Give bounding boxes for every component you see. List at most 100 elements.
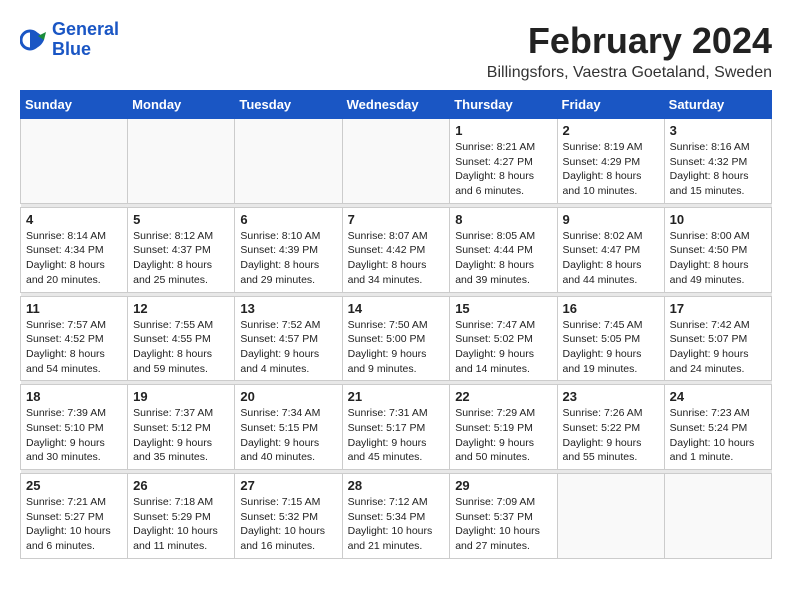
day-cell: 20 Sunrise: 7:34 AM Sunset: 5:15 PM Dayli… (235, 385, 342, 470)
day-cell: 18 Sunrise: 7:39 AM Sunset: 5:10 PM Dayli… (21, 385, 128, 470)
day-info: Sunrise: 8:02 AM Sunset: 4:47 PM Dayligh… (563, 229, 659, 288)
day-number: 29 (455, 478, 551, 493)
day-cell: 29 Sunrise: 7:09 AM Sunset: 5:37 PM Dayli… (450, 474, 557, 559)
day-cell: 1Sunrise: 8:21 AM Sunset: 4:27 PM Daylig… (450, 119, 557, 204)
day-number: 14 (348, 301, 445, 316)
logo-line2: Blue (52, 40, 119, 60)
day-cell: 19 Sunrise: 7:37 AM Sunset: 5:12 PM Dayli… (128, 385, 235, 470)
day-number: 6 (240, 212, 336, 227)
day-header-thursday: Thursday (450, 91, 557, 119)
day-info: Sunrise: 7:31 AM Sunset: 5:17 PM Dayligh… (348, 406, 445, 465)
day-number: 12 (133, 301, 229, 316)
week-row-1: 1Sunrise: 8:21 AM Sunset: 4:27 PM Daylig… (21, 119, 772, 204)
day-number: 17 (670, 301, 766, 316)
day-number: 13 (240, 301, 336, 316)
day-cell: 13 Sunrise: 7:52 AM Sunset: 4:57 PM Dayli… (235, 296, 342, 381)
day-info: Sunrise: 8:19 AM Sunset: 4:29 PM Dayligh… (563, 140, 659, 199)
day-number: 4 (26, 212, 122, 227)
week-row-2: 4 Sunrise: 8:14 AM Sunset: 4:34 PM Daylig… (21, 207, 772, 292)
day-number: 15 (455, 301, 551, 316)
day-cell: 24 Sunrise: 7:23 AM Sunset: 5:24 PM Dayli… (664, 385, 771, 470)
day-cell: 11 Sunrise: 7:57 AM Sunset: 4:52 PM Dayli… (21, 296, 128, 381)
day-number: 8 (455, 212, 551, 227)
day-info: Sunrise: 7:09 AM Sunset: 5:37 PM Dayligh… (455, 495, 551, 554)
day-cell (235, 119, 342, 204)
day-cell (128, 119, 235, 204)
day-info: Sunrise: 7:15 AM Sunset: 5:32 PM Dayligh… (240, 495, 336, 554)
location: Billingsfors, Vaestra Goetaland, Sweden (20, 64, 772, 82)
day-cell (557, 474, 664, 559)
day-info: Sunrise: 8:12 AM Sunset: 4:37 PM Dayligh… (133, 229, 229, 288)
day-number: 26 (133, 478, 229, 493)
day-cell (664, 474, 771, 559)
day-info: Sunrise: 7:21 AM Sunset: 5:27 PM Dayligh… (26, 495, 122, 554)
day-number: 11 (26, 301, 122, 316)
day-cell: 8Sunrise: 8:05 AM Sunset: 4:44 PM Daylig… (450, 207, 557, 292)
day-cell: 2 Sunrise: 8:19 AM Sunset: 4:29 PM Daylig… (557, 119, 664, 204)
day-number: 19 (133, 389, 229, 404)
day-number: 20 (240, 389, 336, 404)
day-header-saturday: Saturday (664, 91, 771, 119)
day-number: 22 (455, 389, 551, 404)
day-cell: 5 Sunrise: 8:12 AM Sunset: 4:37 PM Daylig… (128, 207, 235, 292)
day-cell: 26Sunrise: 7:18 AM Sunset: 5:29 PM Dayli… (128, 474, 235, 559)
day-number: 10 (670, 212, 766, 227)
day-header-tuesday: Tuesday (235, 91, 342, 119)
day-cell (342, 119, 450, 204)
day-info: Sunrise: 7:39 AM Sunset: 5:10 PM Dayligh… (26, 406, 122, 465)
day-cell: 15Sunrise: 7:47 AM Sunset: 5:02 PM Dayli… (450, 296, 557, 381)
day-cell: 25 Sunrise: 7:21 AM Sunset: 5:27 PM Dayli… (21, 474, 128, 559)
day-header-wednesday: Wednesday (342, 91, 450, 119)
day-cell: 10 Sunrise: 8:00 AM Sunset: 4:50 PM Dayli… (664, 207, 771, 292)
day-header-friday: Friday (557, 91, 664, 119)
week-row-4: 18 Sunrise: 7:39 AM Sunset: 5:10 PM Dayli… (21, 385, 772, 470)
week-row-5: 25 Sunrise: 7:21 AM Sunset: 5:27 PM Dayli… (21, 474, 772, 559)
day-number: 18 (26, 389, 122, 404)
day-info: Sunrise: 7:42 AM Sunset: 5:07 PM Dayligh… (670, 318, 766, 377)
day-cell: 21 Sunrise: 7:31 AM Sunset: 5:17 PM Dayli… (342, 385, 450, 470)
day-number: 3 (670, 123, 766, 138)
day-info: Sunrise: 7:57 AM Sunset: 4:52 PM Dayligh… (26, 318, 122, 377)
day-header-sunday: Sunday (21, 91, 128, 119)
day-cell: 27 Sunrise: 7:15 AM Sunset: 5:32 PM Dayli… (235, 474, 342, 559)
day-number: 9 (563, 212, 659, 227)
day-info: Sunrise: 8:21 AM Sunset: 4:27 PM Dayligh… (455, 140, 551, 199)
month-year: February 2024 (20, 20, 772, 62)
day-info: Sunrise: 7:52 AM Sunset: 4:57 PM Dayligh… (240, 318, 336, 377)
day-info: Sunrise: 8:14 AM Sunset: 4:34 PM Dayligh… (26, 229, 122, 288)
day-info: Sunrise: 8:00 AM Sunset: 4:50 PM Dayligh… (670, 229, 766, 288)
day-header-monday: Monday (128, 91, 235, 119)
day-cell: 6 Sunrise: 8:10 AM Sunset: 4:39 PM Daylig… (235, 207, 342, 292)
week-row-3: 11 Sunrise: 7:57 AM Sunset: 4:52 PM Dayli… (21, 296, 772, 381)
day-info: Sunrise: 7:12 AM Sunset: 5:34 PM Dayligh… (348, 495, 445, 554)
calendar: SundayMondayTuesdayWednesdayThursdayFrid… (20, 90, 772, 559)
day-info: Sunrise: 7:23 AM Sunset: 5:24 PM Dayligh… (670, 406, 766, 465)
day-number: 23 (563, 389, 659, 404)
day-info: Sunrise: 7:45 AM Sunset: 5:05 PM Dayligh… (563, 318, 659, 377)
day-number: 7 (348, 212, 445, 227)
day-cell: 9 Sunrise: 8:02 AM Sunset: 4:47 PM Daylig… (557, 207, 664, 292)
day-cell (21, 119, 128, 204)
day-cell: 12 Sunrise: 7:55 AM Sunset: 4:55 PM Dayli… (128, 296, 235, 381)
day-number: 21 (348, 389, 445, 404)
day-cell: 3 Sunrise: 8:16 AM Sunset: 4:32 PM Daylig… (664, 119, 771, 204)
day-cell: 14Sunrise: 7:50 AM Sunset: 5:00 PM Dayli… (342, 296, 450, 381)
day-number: 25 (26, 478, 122, 493)
day-info: Sunrise: 8:16 AM Sunset: 4:32 PM Dayligh… (670, 140, 766, 199)
day-number: 27 (240, 478, 336, 493)
day-number: 5 (133, 212, 229, 227)
day-info: Sunrise: 7:55 AM Sunset: 4:55 PM Dayligh… (133, 318, 229, 377)
day-cell: 4 Sunrise: 8:14 AM Sunset: 4:34 PM Daylig… (21, 207, 128, 292)
day-number: 2 (563, 123, 659, 138)
day-info: Sunrise: 7:34 AM Sunset: 5:15 PM Dayligh… (240, 406, 336, 465)
day-cell: 28Sunrise: 7:12 AM Sunset: 5:34 PM Dayli… (342, 474, 450, 559)
day-cell: 16Sunrise: 7:45 AM Sunset: 5:05 PM Dayli… (557, 296, 664, 381)
day-info: Sunrise: 7:26 AM Sunset: 5:22 PM Dayligh… (563, 406, 659, 465)
day-info: Sunrise: 8:10 AM Sunset: 4:39 PM Dayligh… (240, 229, 336, 288)
day-number: 24 (670, 389, 766, 404)
logo-line1: General (52, 20, 119, 40)
day-cell: 17 Sunrise: 7:42 AM Sunset: 5:07 PM Dayli… (664, 296, 771, 381)
day-info: Sunrise: 7:37 AM Sunset: 5:12 PM Dayligh… (133, 406, 229, 465)
day-cell: 23 Sunrise: 7:26 AM Sunset: 5:22 PM Dayli… (557, 385, 664, 470)
logo: General Blue (20, 20, 119, 60)
